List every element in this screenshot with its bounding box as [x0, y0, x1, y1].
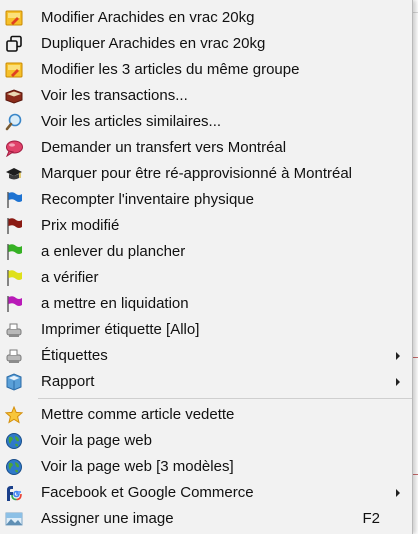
graduation-cap-icon [6, 168, 22, 180]
menu-item-label: a vérifier [41, 269, 99, 286]
menu-item-recount-inventory[interactable]: Recompter l'inventaire physique [0, 187, 412, 213]
menu-item-similar-articles[interactable]: Voir les articles similaires... [0, 109, 412, 135]
menu-item-remove-from-floor[interactable]: a enlever du plancher [0, 239, 412, 265]
edit-folder-icon [5, 10, 23, 26]
menu-item-price-modified[interactable]: Prix modifié [0, 213, 412, 239]
menu-item-assign-image[interactable]: Assigner une image F2 [0, 506, 412, 532]
submenu-arrow-icon [396, 489, 400, 497]
globe-icon [6, 459, 22, 475]
label-printer-icon [6, 323, 22, 337]
menu-item-print-label[interactable]: Imprimer étiquette [Allo] [0, 317, 412, 343]
facebook-google-icon [7, 486, 22, 501]
menu-item-modify-group[interactable]: Modifier les 3 articles du même groupe [0, 57, 412, 83]
menu-item-label: Modifier les 3 articles du même groupe [41, 61, 300, 78]
yellow-flag-icon [7, 270, 22, 286]
menu-item-mark-restock[interactable]: Marquer pour être ré-approvisionné à Mon… [0, 161, 412, 187]
menu-item-liquidation[interactable]: a mettre en liquidation [0, 291, 412, 317]
magnifier-icon [5, 113, 22, 131]
edit-group-icon [5, 62, 23, 78]
menu-item-label: Assigner une image [41, 510, 174, 527]
context-menu: Modifier Arachides en vrac 20kg Duplique… [0, 0, 413, 534]
menu-item-label: Modifier Arachides en vrac 20kg [41, 9, 255, 26]
menu-item-label: Voir la page web [3 modèles] [41, 458, 234, 475]
star-icon [5, 406, 23, 424]
blue-flag-icon [7, 192, 22, 208]
menu-item-label: a enlever du plancher [41, 243, 186, 260]
menu-item-label: a mettre en liquidation [41, 295, 189, 312]
image-icon [5, 512, 23, 526]
menu-item-view-web-page-models[interactable]: Voir la page web [3 modèles] [0, 454, 412, 480]
menu-item-to-verify[interactable]: a vérifier [0, 265, 412, 291]
menu-item-label: Étiquettes [41, 347, 108, 364]
menu-item-label: Marquer pour être ré-approvisionné à Mon… [41, 165, 352, 182]
menu-item-view-transactions[interactable]: Voir les transactions... [0, 83, 412, 109]
green-flag-icon [7, 244, 22, 260]
book-icon [5, 89, 23, 104]
menu-item-view-web-page[interactable]: Voir la page web [0, 428, 412, 454]
speech-bubble-icon [6, 140, 23, 157]
menu-item-label: Mettre comme article vedette [41, 406, 235, 423]
report-book-icon [6, 373, 22, 391]
menu-item-labels-submenu[interactable]: Étiquettes [0, 343, 412, 369]
duplicate-icon [6, 35, 22, 52]
menu-item-label: Voir la page web [41, 432, 152, 449]
menu-item-label: Voir les transactions... [41, 87, 188, 104]
menu-item-duplicate-article[interactable]: Dupliquer Arachides en vrac 20kg [0, 31, 412, 57]
menu-item-label: Recompter l'inventaire physique [41, 191, 254, 208]
menu-item-facebook-google-commerce[interactable]: Facebook et Google Commerce [0, 480, 412, 506]
menu-item-label: Facebook et Google Commerce [41, 484, 254, 501]
menu-item-label: Prix modifié [41, 217, 120, 234]
dark-red-flag-icon [7, 218, 22, 234]
globe-icon [6, 433, 22, 449]
purple-flag-icon [7, 296, 22, 312]
labels-icon [6, 349, 22, 363]
menu-item-label: Dupliquer Arachides en vrac 20kg [41, 35, 266, 52]
menu-item-report-submenu[interactable]: Rapport [0, 369, 412, 395]
shortcut-label: F2 [362, 510, 380, 527]
menu-item-label: Rapport [41, 373, 95, 390]
menu-item-featured-article[interactable]: Mettre comme article vedette [0, 402, 412, 428]
menu-item-label: Imprimer étiquette [Allo] [41, 321, 200, 338]
submenu-arrow-icon [396, 352, 400, 360]
menu-item-request-transfer[interactable]: Demander un transfert vers Montréal [0, 135, 412, 161]
submenu-arrow-icon [396, 378, 400, 386]
menu-item-modify-article[interactable]: Modifier Arachides en vrac 20kg [0, 5, 412, 31]
menu-item-label: Demander un transfert vers Montréal [41, 139, 287, 156]
menu-separator [38, 398, 412, 399]
menu-item-label: Voir les articles similaires... [41, 113, 222, 130]
